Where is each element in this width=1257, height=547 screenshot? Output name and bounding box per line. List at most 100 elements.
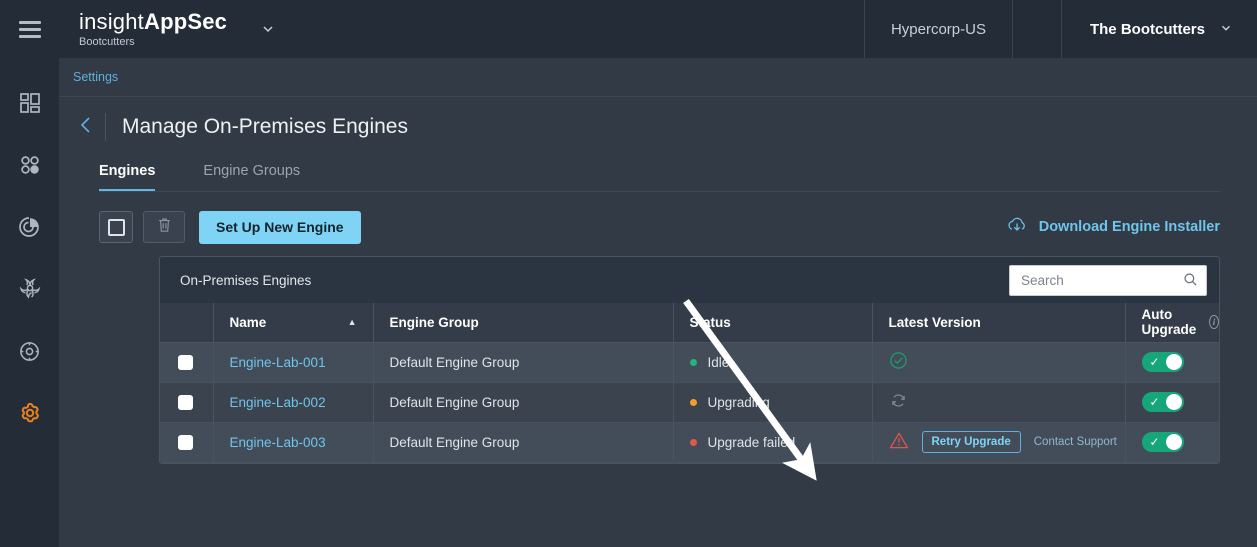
toggle-knob (1166, 354, 1182, 370)
chevron-down-icon (1219, 21, 1233, 38)
cell-engine-group: Default Engine Group (373, 382, 673, 422)
main-content: Settings Manage On-Premises Engines Engi… (59, 58, 1257, 547)
dashboard-grid-icon (19, 92, 41, 114)
hamburger-menu-icon (19, 17, 41, 42)
cell-name: Engine-Lab-002 (213, 382, 373, 422)
sort-ascending-icon: ▲ (348, 317, 357, 327)
page-header: Manage On-Premises Engines (59, 97, 1257, 157)
auto-upgrade-toggle[interactable]: ✓ (1142, 432, 1184, 452)
info-icon[interactable]: i (1209, 315, 1219, 329)
panel-header: On-Premises Engines (160, 257, 1219, 303)
engines-panel: On-Premises Engines (159, 256, 1220, 464)
engine-name-link[interactable]: Engine-Lab-003 (230, 435, 326, 450)
tab-underline (99, 191, 1220, 192)
organization-selector[interactable]: Hypercorp-US (864, 0, 1012, 58)
engines-table: Name ▲ Engine Group Status Latest Versio… (160, 303, 1219, 463)
auto-upgrade-toggle[interactable]: ✓ (1142, 392, 1184, 412)
retry-upgrade-button[interactable]: Retry Upgrade (922, 431, 1021, 453)
auto-upgrade-toggle[interactable]: ✓ (1142, 352, 1184, 372)
sidebar-item-vulnerabilities[interactable] (0, 258, 59, 320)
column-header-engine-group[interactable]: Engine Group (373, 303, 673, 342)
download-engine-installer-link[interactable]: Download Engine Installer (1006, 216, 1220, 238)
table-row[interactable]: Engine-Lab-003 Default Engine Group Upgr… (160, 422, 1219, 462)
header-divider (105, 113, 106, 141)
account-name: The Bootcutters (1090, 21, 1205, 38)
table-row[interactable]: Engine-Lab-002 Default Engine Group Upgr… (160, 382, 1219, 422)
cell-engine-group: Default Engine Group (373, 422, 673, 462)
table-body: Engine-Lab-001 Default Engine Group Idle (160, 342, 1219, 462)
trash-icon (157, 217, 172, 238)
status-label: Upgrading (708, 395, 770, 410)
column-header-name-label: Name (230, 315, 267, 330)
row-checkbox[interactable] (178, 395, 193, 410)
status-dot (690, 359, 697, 366)
set-up-new-engine-button[interactable]: Set Up New Engine (199, 211, 361, 244)
breadcrumb-link-settings[interactable]: Settings (73, 70, 118, 84)
left-nav-rail (0, 0, 59, 547)
account-menu[interactable]: The Bootcutters (1061, 0, 1257, 58)
toggle-knob (1166, 434, 1182, 450)
engine-name-link[interactable]: Engine-Lab-001 (230, 355, 326, 370)
cell-status: Idle (673, 342, 872, 382)
toggle-knob (1166, 394, 1182, 410)
sidebar-item-settings[interactable] (0, 382, 59, 444)
row-checkbox-cell (160, 422, 213, 462)
column-header-latest-version[interactable]: Latest Version (872, 303, 1125, 342)
brand-text: insightAppSec Bootcutters (79, 11, 227, 48)
cell-status: Upgrading (673, 382, 872, 422)
cell-engine-group: Default Engine Group (373, 342, 673, 382)
hamburger-menu-button[interactable] (0, 0, 59, 58)
panel-title: On-Premises Engines (180, 273, 311, 288)
checkbox-box-icon (108, 219, 125, 236)
tab-engines[interactable]: Engines (99, 163, 155, 192)
check-icon: ✓ (1150, 396, 1160, 408)
app-root: insightAppSec Bootcutters Hypercorp-US T… (0, 0, 1257, 547)
select-all-checkbox[interactable] (99, 211, 133, 243)
tab-bar: Engines Engine Groups (59, 163, 1257, 192)
cell-auto-upgrade: ✓ (1125, 422, 1219, 462)
row-checkbox[interactable] (178, 435, 193, 450)
cell-name: Engine-Lab-003 (213, 422, 373, 462)
search-box (1009, 265, 1207, 296)
chevron-down-icon[interactable] (260, 21, 276, 37)
gear-icon (18, 401, 42, 425)
download-engine-installer-label: Download Engine Installer (1039, 219, 1220, 235)
row-checkbox-cell (160, 342, 213, 382)
topbar-spacer (276, 0, 864, 58)
rail-item-list (0, 58, 59, 444)
breadcrumb: Settings (59, 58, 1257, 97)
cell-auto-upgrade: ✓ (1125, 382, 1219, 422)
status-dot (690, 439, 697, 446)
topbar-empty-cell (1012, 0, 1061, 58)
status-label: Idle (708, 355, 730, 370)
cell-name: Engine-Lab-001 (213, 342, 373, 382)
sidebar-item-apps[interactable] (0, 134, 59, 196)
sidebar-item-targets[interactable] (0, 320, 59, 382)
contact-support-link[interactable]: Contact Support (1034, 436, 1117, 448)
status-label: Upgrade failed (708, 435, 796, 450)
moon-shield-icon (18, 215, 42, 239)
table-row[interactable]: Engine-Lab-001 Default Engine Group Idle (160, 342, 1219, 382)
sidebar-item-dashboard[interactable] (0, 72, 59, 134)
sidebar-item-scans[interactable] (0, 196, 59, 258)
brand-block[interactable]: insightAppSec Bootcutters (59, 0, 276, 58)
column-header-name[interactable]: Name ▲ (213, 303, 373, 342)
tab-engine-groups[interactable]: Engine Groups (203, 163, 300, 192)
check-icon: ✓ (1150, 436, 1160, 448)
check-icon: ✓ (1150, 356, 1160, 368)
biohazard-icon (18, 277, 42, 301)
column-header-auto-upgrade[interactable]: Auto Upgrade i (1125, 303, 1219, 342)
magnifier-icon[interactable] (1183, 272, 1198, 292)
target-icon (18, 340, 41, 363)
engine-name-link[interactable]: Engine-Lab-002 (230, 395, 326, 410)
product-name-light: insight (79, 9, 144, 34)
column-header-checkbox (160, 303, 213, 342)
row-checkbox[interactable] (178, 355, 193, 370)
cell-auto-upgrade: ✓ (1125, 342, 1219, 382)
column-header-status[interactable]: Status (673, 303, 872, 342)
search-input[interactable] (1009, 265, 1207, 296)
delete-button[interactable] (143, 211, 185, 243)
chevron-left-icon[interactable] (71, 114, 101, 140)
circles-icon (19, 154, 41, 176)
column-header-auto-upgrade-label: Auto Upgrade (1142, 307, 1201, 337)
